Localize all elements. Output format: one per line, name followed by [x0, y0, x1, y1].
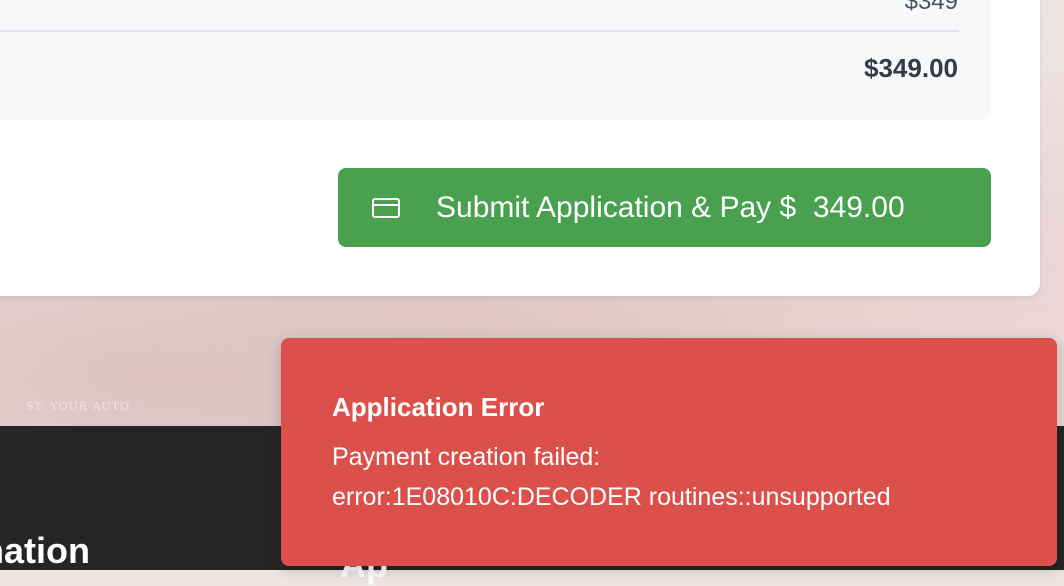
submit-button-label: Submit Application & Pay $ 349.00: [436, 190, 905, 224]
error-toast[interactable]: Application Error Payment creation faile…: [281, 338, 1057, 566]
submit-application-pay-button[interactable]: Submit Application & Pay $ 349.00: [338, 168, 991, 247]
footer-heading-left: nation: [0, 530, 90, 571]
summary-divider: [0, 30, 959, 32]
summary-total: $349.00: [864, 53, 958, 83]
credit-card-icon: [372, 197, 400, 218]
order-summary-panel: [0, 0, 991, 120]
summary-line-price: $349: [904, 0, 958, 15]
background-faint-text: ST. YOUR AUTO: [26, 400, 131, 413]
toast-message: Payment creation failed: error:1E08010C:…: [332, 443, 891, 511]
toast-title: Application Error: [332, 392, 545, 422]
